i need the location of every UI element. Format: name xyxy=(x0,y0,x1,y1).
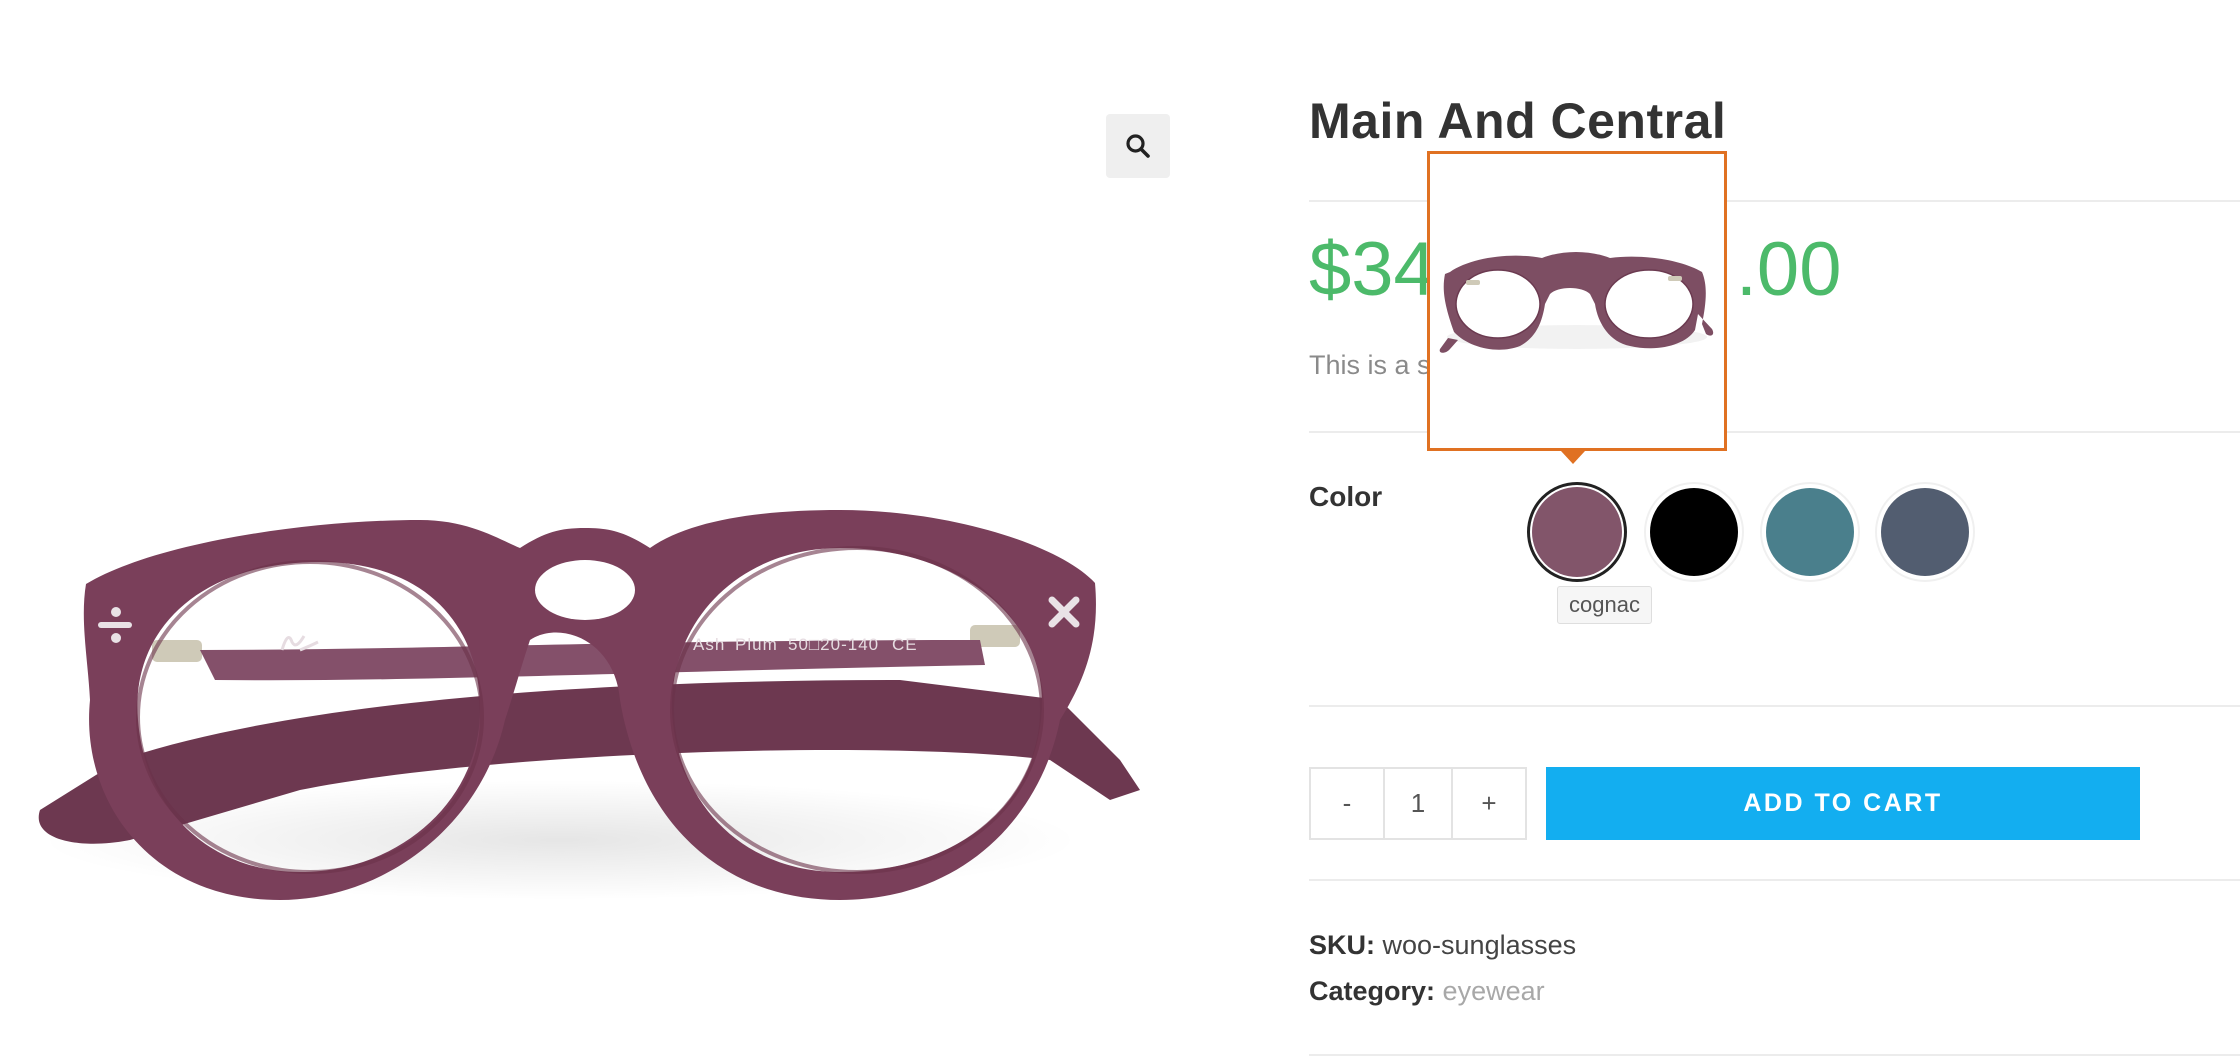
price-right: .00 xyxy=(1735,227,1842,312)
color-label: Color xyxy=(1309,481,1383,512)
product-gallery: Ash Plum 50□20-140 CE xyxy=(0,0,1200,1062)
swatch-tooltip: cognac xyxy=(1557,586,1652,624)
swatch-teal[interactable] xyxy=(1760,482,1860,582)
swatch-fill xyxy=(1766,488,1854,576)
swatch-black[interactable] xyxy=(1644,482,1744,582)
frame-print-mark: CE xyxy=(892,635,918,654)
sku-row: SKU: woo-sunglasses xyxy=(1309,930,1576,961)
price-left: $34 xyxy=(1309,227,1436,312)
divider xyxy=(1309,705,2240,707)
preview-arrow xyxy=(1561,451,1585,464)
sku-value: woo-sunglasses xyxy=(1382,930,1577,960)
category-label: Category: xyxy=(1309,976,1436,1006)
quantity-minus-button[interactable]: - xyxy=(1311,769,1383,838)
category-row: Category: eyewear xyxy=(1309,976,1545,1007)
swatch-cognac[interactable] xyxy=(1527,482,1627,582)
zoom-button[interactable] xyxy=(1106,114,1170,178)
add-to-cart-button[interactable]: ADD TO CART xyxy=(1546,767,2140,840)
swatch-slate[interactable] xyxy=(1875,482,1975,582)
swatch-preview-image xyxy=(1439,252,1714,353)
product-description: This is a s xyxy=(1309,350,1431,380)
product-title: Main And Central xyxy=(1309,93,1727,149)
signature-mark xyxy=(280,635,319,652)
search-icon xyxy=(1126,134,1150,158)
sku-label: SKU: xyxy=(1309,930,1375,960)
product-image[interactable]: Ash Plum 50□20-140 CE xyxy=(0,0,1200,1062)
frame-print-color: Plum xyxy=(735,635,778,654)
divider xyxy=(1309,1054,2240,1056)
quantity-plus-button[interactable]: + xyxy=(1453,769,1525,838)
quantity-stepper: - + xyxy=(1309,767,1527,840)
swatch-preview-popup xyxy=(1427,151,1727,451)
divider xyxy=(1309,879,2240,881)
frame-print-brand: Ash xyxy=(693,635,725,654)
product-summary: Main And Central $34 .00 This is a s Colo… xyxy=(1309,0,2240,1062)
frame-print-size: 50□20-140 xyxy=(788,635,879,654)
quantity-input[interactable] xyxy=(1383,769,1453,838)
category-link[interactable]: eyewear xyxy=(1443,976,1545,1006)
swatch-fill xyxy=(1650,488,1738,576)
swatch-fill xyxy=(1881,488,1969,576)
swatch-fill xyxy=(1532,487,1622,577)
